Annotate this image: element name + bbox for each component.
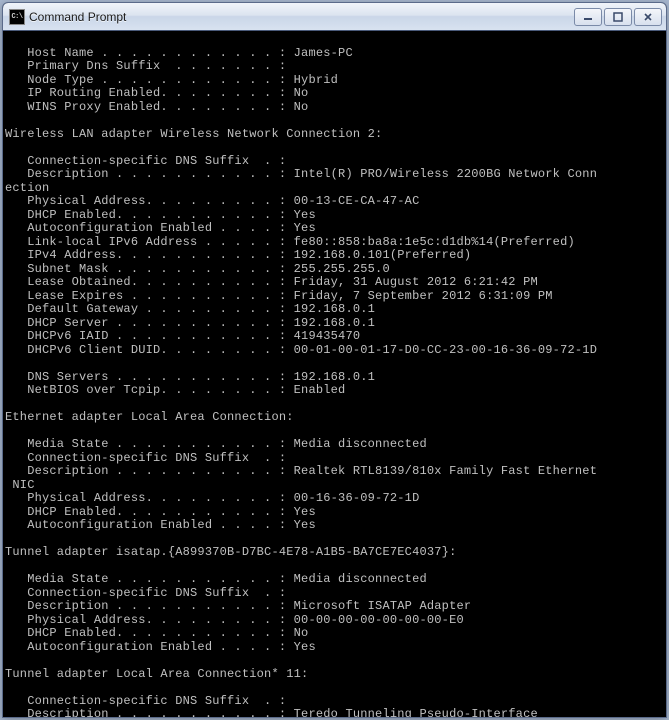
terminal-line: Tunnel adapter isatap.{A899370B-D7BC-4E7…	[5, 546, 666, 560]
terminal-line	[5, 357, 666, 371]
terminal-line: Physical Address. . . . . . . . . : 00-1…	[5, 195, 666, 209]
close-button[interactable]	[634, 8, 662, 26]
terminal-line: Ethernet adapter Local Area Connection:	[5, 411, 666, 425]
terminal-line	[5, 560, 666, 574]
terminal-line	[5, 425, 666, 439]
terminal-line: Description . . . . . . . . . . . : Micr…	[5, 600, 666, 614]
terminal-line: Autoconfiguration Enabled . . . . : Yes	[5, 641, 666, 655]
terminal-line: Tunnel adapter Local Area Connection* 11…	[5, 668, 666, 682]
terminal-line: Wireless LAN adapter Wireless Network Co…	[5, 128, 666, 142]
terminal-line	[5, 33, 666, 47]
terminal-line: DHCP Enabled. . . . . . . . . . . : No	[5, 627, 666, 641]
terminal-line: Default Gateway . . . . . . . . . : 192.…	[5, 303, 666, 317]
terminal-line: NetBIOS over Tcpip. . . . . . . . : Enab…	[5, 384, 666, 398]
terminal-line: Autoconfiguration Enabled . . . . : Yes	[5, 519, 666, 533]
terminal-line: IPv4 Address. . . . . . . . . . . : 192.…	[5, 249, 666, 263]
terminal-line: Connection-specific DNS Suffix . :	[5, 155, 666, 169]
maximize-button[interactable]	[604, 8, 632, 26]
terminal-line: WINS Proxy Enabled. . . . . . . . : No	[5, 101, 666, 115]
window-controls	[574, 8, 662, 26]
terminal-line: Connection-specific DNS Suffix . :	[5, 695, 666, 709]
terminal-line: Link-local IPv6 Address . . . . . : fe80…	[5, 236, 666, 250]
terminal-line: Media State . . . . . . . . . . . : Medi…	[5, 573, 666, 587]
terminal-line: DHCPv6 IAID . . . . . . . . . . . : 4194…	[5, 330, 666, 344]
window-title: Command Prompt	[29, 10, 574, 24]
terminal-line: Subnet Mask . . . . . . . . . . . : 255.…	[5, 263, 666, 277]
terminal-line: Connection-specific DNS Suffix . :	[5, 587, 666, 601]
terminal-line	[5, 533, 666, 547]
minimize-button[interactable]	[574, 8, 602, 26]
terminal-line: Description . . . . . . . . . . . : Inte…	[5, 168, 666, 182]
terminal-line: NIC	[5, 479, 666, 493]
terminal-line	[5, 398, 666, 412]
terminal-line: IP Routing Enabled. . . . . . . . : No	[5, 87, 666, 101]
terminal-line: Connection-specific DNS Suffix . :	[5, 452, 666, 466]
terminal-line: DHCP Enabled. . . . . . . . . . . : Yes	[5, 506, 666, 520]
titlebar[interactable]: C:\ Command Prompt	[3, 3, 666, 31]
terminal-line	[5, 114, 666, 128]
terminal-line: DHCP Enabled. . . . . . . . . . . : Yes	[5, 209, 666, 223]
terminal-line: DNS Servers . . . . . . . . . . . : 192.…	[5, 371, 666, 385]
terminal-line: DHCPv6 Client DUID. . . . . . . . : 00-0…	[5, 344, 666, 358]
terminal-line: Autoconfiguration Enabled . . . . : Yes	[5, 222, 666, 236]
app-icon: C:\	[9, 9, 25, 25]
terminal-line: Physical Address. . . . . . . . . : 00-0…	[5, 614, 666, 628]
terminal-line	[5, 141, 666, 155]
terminal-line: Description . . . . . . . . . . . : Real…	[5, 465, 666, 479]
terminal-line: Primary Dns Suffix . . . . . . . :	[5, 60, 666, 74]
terminal-line: Lease Expires . . . . . . . . . . : Frid…	[5, 290, 666, 304]
terminal-line: ection	[5, 182, 666, 196]
terminal-line	[5, 654, 666, 668]
terminal-line: Media State . . . . . . . . . . . : Medi…	[5, 438, 666, 452]
terminal-line: Node Type . . . . . . . . . . . . : Hybr…	[5, 74, 666, 88]
terminal-line: Description . . . . . . . . . . . : Tere…	[5, 708, 666, 717]
terminal-line: Lease Obtained. . . . . . . . . . : Frid…	[5, 276, 666, 290]
terminal-line: Host Name . . . . . . . . . . . . : Jame…	[5, 47, 666, 61]
terminal-line: Physical Address. . . . . . . . . : 00-1…	[5, 492, 666, 506]
terminal-output[interactable]: Host Name . . . . . . . . . . . . : Jame…	[3, 31, 666, 717]
command-prompt-window: C:\ Command Prompt Host Name . . . . . .…	[2, 2, 667, 718]
terminal-line	[5, 681, 666, 695]
terminal-line: DHCP Server . . . . . . . . . . . : 192.…	[5, 317, 666, 331]
